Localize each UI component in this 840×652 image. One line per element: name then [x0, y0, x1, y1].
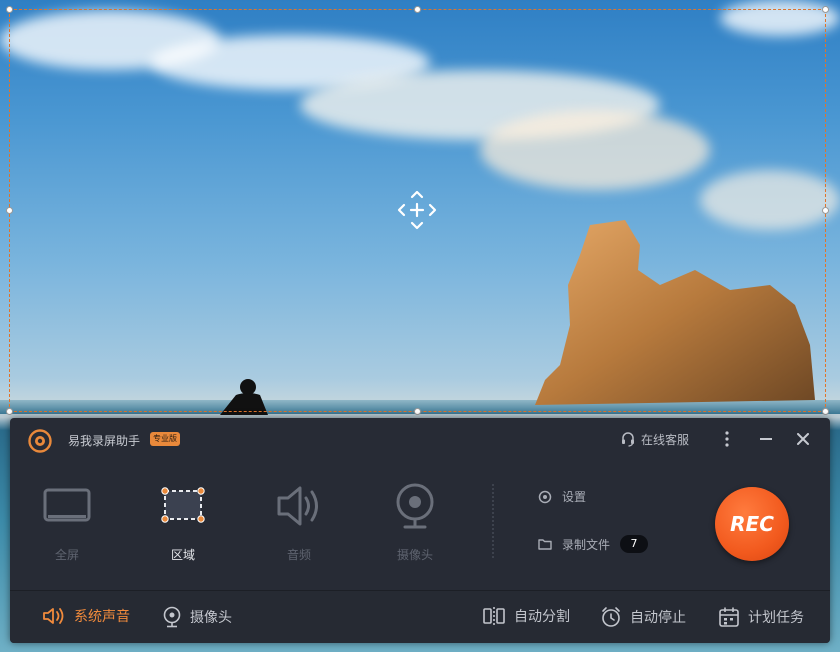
mode-region[interactable]: 区域 — [143, 480, 223, 570]
split-icon — [483, 607, 505, 625]
webcam-icon — [163, 606, 181, 628]
scheduled-task-button[interactable]: 计划任务 — [718, 606, 804, 628]
resize-handle-bottom-right[interactable] — [822, 408, 829, 415]
mode-webcam[interactable]: 摄像头 — [375, 480, 455, 570]
webcam-icon — [396, 483, 434, 529]
move-cursor-icon[interactable] — [397, 190, 437, 230]
resize-handle-right[interactable] — [822, 207, 829, 214]
online-support-button[interactable]: 在线客服 — [620, 429, 689, 449]
more-menu-button[interactable] — [716, 428, 738, 450]
app-logo-icon — [28, 429, 52, 453]
mode-label: 全屏 — [54, 548, 79, 562]
resize-handle-left[interactable] — [6, 207, 13, 214]
system-sound-label: 系统声音 — [74, 609, 130, 625]
app-title: 易我录屏助手 — [68, 434, 141, 448]
auto-split-label: 自动分割 — [514, 609, 570, 625]
mode-label: 音频 — [286, 548, 311, 562]
recordings-label: 录制文件 — [562, 537, 611, 552]
folder-icon — [538, 539, 552, 550]
close-icon — [797, 433, 809, 445]
auto-stop-button[interactable]: 自动停止 — [600, 606, 686, 628]
resize-handle-bottom[interactable] — [414, 408, 421, 415]
minimize-icon — [760, 438, 772, 440]
scheduled-task-label: 计划任务 — [748, 610, 804, 626]
minimize-button[interactable] — [755, 428, 777, 450]
edition-badge: 专业版 — [150, 432, 180, 446]
recordings-count-badge: 7 — [620, 535, 649, 553]
record-button[interactable]: REC — [715, 487, 789, 561]
region-select-icon — [161, 487, 205, 523]
system-sound-toggle[interactable]: 系统声音 — [42, 606, 130, 626]
headset-icon — [622, 432, 634, 447]
mode-fullscreen[interactable]: 全屏 — [27, 480, 107, 570]
auto-split-button[interactable]: 自动分割 — [482, 606, 570, 626]
alarm-clock-icon — [602, 607, 620, 627]
speaker-icon — [277, 486, 318, 526]
settings-button[interactable]: 设置 — [538, 488, 586, 505]
title-bar: 易我录屏助手 专业版 在线客服 — [10, 418, 830, 462]
support-label: 在线客服 — [641, 432, 690, 447]
resize-handle-bottom-left[interactable] — [6, 408, 13, 415]
resize-handle-top-left[interactable] — [6, 6, 13, 13]
mode-audio[interactable]: 音频 — [259, 480, 339, 570]
speaker-icon — [43, 608, 64, 624]
bottom-toolbar: 系统声音 摄像头 自动分割 自动停止 计划任务 — [10, 590, 830, 643]
mode-label: 摄像头 — [396, 548, 433, 562]
calendar-icon — [719, 607, 739, 627]
more-vertical-icon — [725, 431, 729, 447]
resize-handle-top-right[interactable] — [822, 6, 829, 13]
close-button[interactable] — [792, 428, 814, 450]
divider — [492, 484, 494, 558]
settings-label: 设置 — [562, 490, 587, 504]
gear-icon — [538, 490, 552, 503]
recorder-panel: 易我录屏助手 专业版 在线客服 全屏 区域 音频 摄像头 设置 录制文件 7 R… — [10, 418, 830, 643]
mode-label: 区域 — [170, 548, 195, 562]
recordings-button[interactable]: 录制文件 7 — [538, 535, 649, 553]
monitor-icon — [43, 488, 91, 522]
camera-toggle[interactable]: 摄像头 — [162, 606, 232, 628]
camera-label: 摄像头 — [190, 610, 232, 626]
auto-stop-label: 自动停止 — [630, 610, 686, 626]
resize-handle-top[interactable] — [414, 6, 421, 13]
